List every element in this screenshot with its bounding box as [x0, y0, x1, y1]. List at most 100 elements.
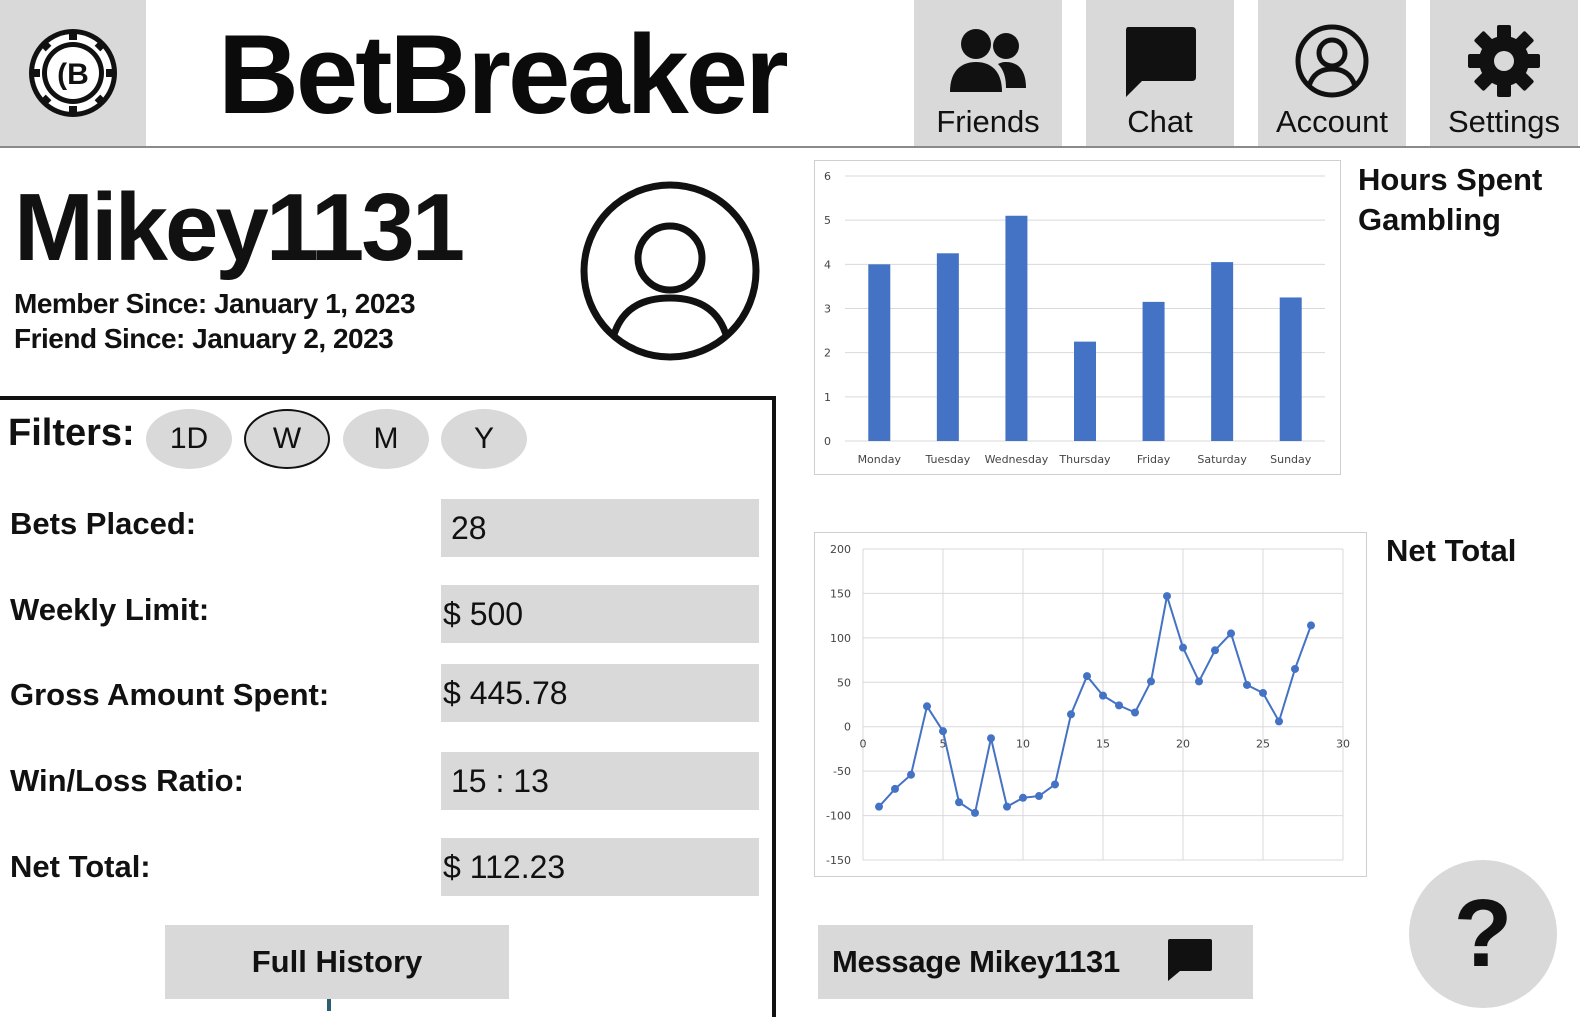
data-point	[987, 734, 995, 743]
y-tick-label: -100	[826, 810, 851, 823]
y-tick-label: 50	[837, 676, 851, 689]
nav-chat-label: Chat	[1127, 104, 1193, 139]
x-tick-label: Friday	[1137, 453, 1171, 466]
data-point	[1211, 646, 1219, 655]
filter-1d-chip[interactable]: 1D	[146, 409, 232, 469]
y-tick-label: 0	[844, 721, 851, 734]
x-tick-label: 25	[1256, 738, 1270, 751]
y-tick-label: 2	[824, 347, 831, 360]
x-tick-label: 20	[1176, 738, 1190, 751]
friend-since-text: Friend Since: January 2, 2023	[14, 323, 394, 354]
help-button[interactable]: ?	[1409, 860, 1557, 1008]
data-point	[907, 770, 915, 779]
nav-settings-button[interactable]: Settings	[1430, 0, 1578, 146]
data-point	[1227, 629, 1235, 638]
data-point	[1307, 621, 1315, 630]
y-tick-label: 1	[824, 391, 831, 404]
data-point	[1163, 592, 1171, 601]
data-point	[1019, 793, 1027, 802]
data-point	[875, 802, 883, 811]
chat-icon	[1126, 27, 1196, 97]
y-tick-label: 100	[830, 632, 851, 645]
gear-icon	[1468, 25, 1540, 97]
hours-bar-chart: 0 1 2 3 4 5 6 Monday Tuesday Wednesday Thursday Fri…	[814, 160, 1341, 475]
net-chart-svg: 200150100500-50-100-1500 5 10 15 20 25 30	[826, 543, 1350, 867]
data-point	[1179, 643, 1187, 652]
win-loss-value: 15 : 13	[441, 752, 759, 810]
y-tick-label: 6	[824, 170, 831, 183]
message-button-label: Message Mikey1131	[832, 944, 1120, 979]
x-tick-label: Sunday	[1270, 453, 1312, 466]
x-tick-label: Wednesday	[985, 453, 1049, 466]
chat-bubble-icon	[1168, 939, 1212, 981]
filter-year-chip[interactable]: Y	[441, 409, 527, 469]
data-point	[971, 808, 979, 817]
friends-icon	[950, 29, 1026, 92]
avatar	[579, 180, 761, 367]
net-total-label: Net Total:	[10, 849, 151, 884]
filters-label: Filters:	[8, 412, 135, 454]
data-point	[1147, 677, 1155, 686]
data-point	[939, 727, 947, 736]
y-tick-label: 0	[824, 435, 831, 448]
y-tick-label: 150	[830, 587, 851, 600]
data-point	[1003, 802, 1011, 811]
divider-mark	[327, 999, 331, 1011]
svg-text:(B: (B	[57, 58, 89, 91]
member-since-text: Member Since: January 1, 2023	[14, 288, 416, 319]
bets-placed-label: Bets Placed:	[10, 506, 197, 541]
y-tick-label: 200	[830, 543, 851, 556]
net-total-value: $ 112.23	[441, 838, 759, 896]
x-tick-label: Saturday	[1197, 453, 1247, 466]
data-point	[1099, 691, 1107, 700]
filter-week-chip[interactable]: W	[244, 409, 330, 469]
bar-saturday	[1211, 262, 1234, 441]
bar-wednesday	[1005, 215, 1028, 441]
poker-chip-logo-icon: (B	[29, 29, 117, 117]
y-tick-label: 3	[824, 303, 831, 316]
bar-sunday	[1279, 297, 1302, 441]
nav-chat-button[interactable]: Chat	[1086, 0, 1234, 146]
nav-settings-label: Settings	[1447, 104, 1560, 139]
hours-chart-svg: 0 1 2 3 4 5 6 Monday Tuesday Wednesday Thursday Fri…	[824, 170, 1325, 466]
gross-spent-label: Gross Amount Spent:	[10, 677, 330, 712]
bar-thursday	[1074, 341, 1096, 441]
data-point	[1275, 717, 1283, 726]
win-loss-label: Win/Loss Ratio:	[10, 763, 244, 798]
bets-placed-value: 28	[441, 499, 759, 557]
net-chart-title: Net Total	[1386, 533, 1517, 568]
bar-friday	[1142, 301, 1165, 441]
y-tick-label: -50	[833, 765, 851, 778]
weekly-limit-label: Weekly Limit:	[10, 592, 210, 627]
y-tick-label: 5	[824, 214, 831, 227]
x-tick-label: Thursday	[1058, 453, 1111, 466]
y-tick-label: -150	[826, 854, 851, 867]
message-user-button[interactable]: Message Mikey1131	[818, 925, 1253, 999]
full-history-button[interactable]: Full History	[165, 925, 509, 999]
nav-friends-button[interactable]: Friends	[914, 0, 1062, 146]
y-tick-label: 4	[824, 258, 831, 271]
data-point	[891, 784, 899, 793]
data-point	[1131, 708, 1139, 717]
hours-chart-title: Hours Spent Gambling	[1358, 162, 1543, 237]
data-point	[1243, 680, 1251, 689]
account-icon	[1295, 24, 1369, 98]
data-point	[923, 702, 931, 711]
bar-tuesday	[936, 253, 959, 441]
filter-month-chip[interactable]: M	[343, 409, 429, 469]
weekly-limit-value: $ 500	[441, 585, 759, 643]
nav-account-label: Account	[1275, 104, 1388, 139]
data-point	[1259, 688, 1267, 697]
x-tick-label: 0	[860, 738, 867, 751]
nav-friends-label: Friends	[936, 104, 1040, 139]
x-tick-label: Tuesday	[924, 453, 970, 466]
data-point	[1115, 701, 1123, 710]
nav-account-button[interactable]: Account	[1258, 0, 1406, 146]
logo[interactable]: (B	[0, 0, 146, 146]
x-tick-label: Monday	[858, 453, 902, 466]
profile-username: Mikey1131	[14, 174, 465, 281]
x-tick-label: 15	[1096, 738, 1110, 751]
user-avatar-icon	[580, 181, 760, 361]
app-header: (B BetBreaker Friends Chat Account Setti…	[0, 0, 1580, 148]
data-point	[1067, 710, 1075, 719]
